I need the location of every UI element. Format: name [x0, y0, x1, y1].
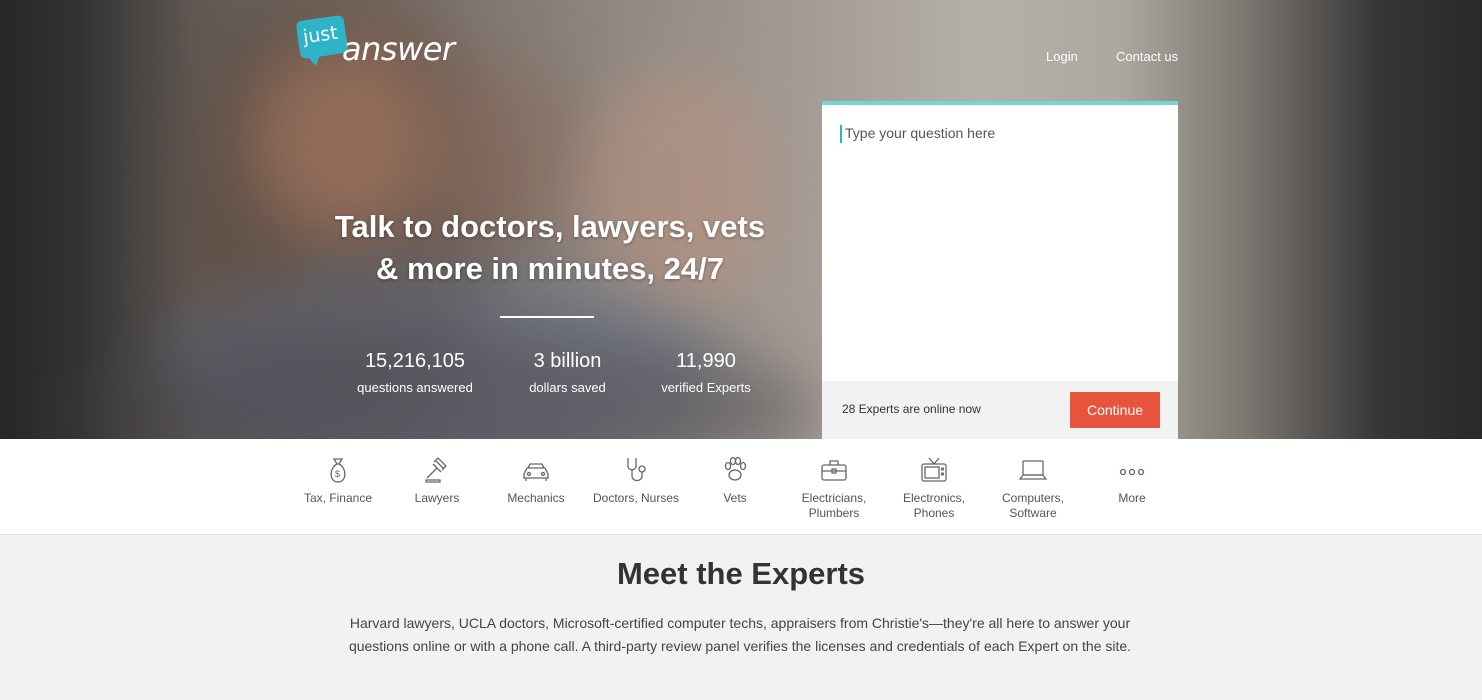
continue-button[interactable]: Continue	[1070, 392, 1160, 428]
logo-text-large: answer	[342, 30, 455, 68]
category-tax-finance[interactable]: $ Tax, Finance	[290, 455, 386, 506]
category-computers-software[interactable]: Computers, Software	[985, 455, 1081, 521]
gavel-icon	[425, 457, 447, 483]
question-box: 28 Experts are online now Continue	[822, 101, 1178, 439]
category-mechanics[interactable]: Mechanics	[488, 455, 584, 506]
tv-icon	[921, 457, 947, 482]
category-label: Computers, Software	[1001, 491, 1065, 520]
justanswer-logo[interactable]: just answer	[295, 14, 468, 68]
headline-divider	[500, 316, 594, 318]
stat-value: 11,990	[676, 350, 736, 372]
login-link[interactable]: Login	[1046, 49, 1078, 64]
headline-line-2: & more in minutes, 24/7	[376, 251, 724, 286]
category-doctors-nurses[interactable]: Doctors, Nurses	[588, 455, 684, 506]
category-lawyers[interactable]: Lawyers	[389, 455, 485, 506]
laptop-icon	[1018, 460, 1048, 480]
category-label: Tax, Finance	[303, 491, 373, 505]
question-input[interactable]	[840, 125, 1160, 365]
stat-label: dollars saved	[529, 380, 606, 395]
category-label: Vets	[723, 491, 747, 505]
stat-value: 15,216,105	[364, 350, 466, 372]
hero-section: just answer Login Contact us Talk to doc…	[0, 0, 1482, 439]
stethoscope-icon	[627, 458, 646, 482]
car-icon	[523, 463, 549, 481]
category-label: Electricians, Plumbers	[801, 491, 867, 520]
stat-verified-experts: 11,990 verified Experts	[645, 348, 767, 395]
toolbox-icon	[821, 460, 847, 481]
category-label: Doctors, Nurses	[592, 491, 680, 505]
stat-dollars-saved: 3 billion dollars saved	[510, 348, 625, 395]
category-label: More	[1118, 491, 1146, 505]
stat-value: 3 billion	[533, 350, 602, 372]
category-label: Lawyers	[414, 491, 460, 505]
category-label: Electronics, Phones	[902, 491, 966, 520]
category-electricians-plumbers[interactable]: Electricians, Plumbers	[786, 455, 882, 521]
stat-label: verified Experts	[661, 380, 751, 395]
category-label: Mechanics	[507, 491, 565, 505]
headline-line-1: Talk to doctors, lawyers, vets	[334, 209, 766, 244]
category-bar: $ Tax, Finance Lawyers Mechanics Doctors…	[0, 439, 1482, 535]
contact-us-link[interactable]: Contact us	[1116, 49, 1178, 64]
category-electronics-phones[interactable]: Electronics, Phones	[886, 455, 982, 521]
category-vets[interactable]: Vets	[687, 455, 783, 506]
category-more[interactable]: More	[1084, 455, 1180, 506]
stat-questions-answered: 15,216,105 questions answered	[340, 348, 490, 395]
hero-headline: Talk to doctors, lawyers, vets & more in…	[280, 206, 820, 290]
meet-experts-description: Harvard lawyers, UCLA doctors, Microsoft…	[348, 615, 1132, 654]
paw-icon	[724, 456, 747, 481]
more-dots-icon	[1119, 468, 1145, 476]
stat-label: questions answered	[357, 380, 473, 395]
meet-experts-title: Meet the Experts	[616, 556, 866, 591]
question-box-footer: 28 Experts are online now Continue	[822, 381, 1178, 439]
money-bag-icon: $	[330, 458, 346, 483]
experts-online-status: 28 Experts are online now	[842, 402, 981, 416]
svg-text:$: $	[335, 469, 340, 479]
